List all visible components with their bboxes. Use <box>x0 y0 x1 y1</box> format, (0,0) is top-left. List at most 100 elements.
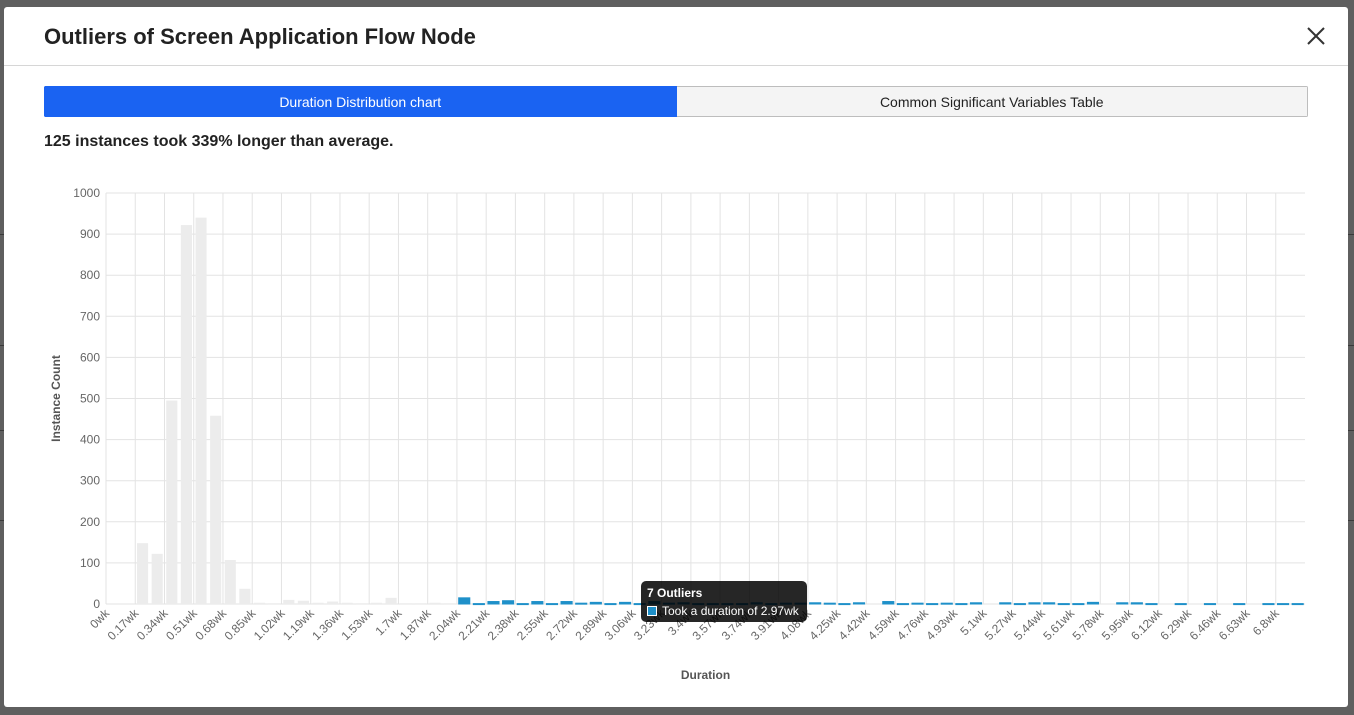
x-tick-label: 0.51wk <box>163 606 200 643</box>
outlier-bar <box>1262 603 1275 606</box>
outlier-bar <box>560 601 573 605</box>
y-axis-title: Instance Count <box>49 355 63 442</box>
histogram-bar <box>166 400 178 604</box>
outlier-bar <box>1057 603 1070 606</box>
outlier-bar <box>516 603 529 606</box>
histogram-bar <box>239 588 251 604</box>
x-tick-label: 2.89wk <box>572 606 609 643</box>
outlier-bar <box>1028 602 1041 605</box>
histogram-bar <box>195 217 207 604</box>
y-tick-label: 900 <box>80 227 100 241</box>
x-tick-label: 4.76wk <box>894 606 931 643</box>
outlier-bar <box>619 601 632 605</box>
x-tick-label: 6.12wk <box>1128 606 1165 643</box>
x-tick-label: 0.85wk <box>222 606 259 643</box>
x-tick-label: 5.78wk <box>1070 606 1107 643</box>
histogram-bar <box>414 603 426 605</box>
outlier-bar <box>1145 603 1158 606</box>
outlier-bar <box>575 602 588 605</box>
x-tick-label: 5.27wk <box>982 606 1019 643</box>
histogram-bar <box>136 543 149 604</box>
x-tick-label: 1.19wk <box>280 606 317 643</box>
x-tick-label: 1.36wk <box>309 606 346 643</box>
outlier-bar <box>458 597 471 605</box>
x-tick-label: 6.29wk <box>1157 606 1194 643</box>
outlier-bar <box>1116 602 1129 605</box>
outlier-bar <box>852 602 866 605</box>
outlier-bar <box>999 602 1012 605</box>
histogram-bar <box>224 560 236 604</box>
histogram-bar <box>268 603 280 605</box>
histogram-bar <box>400 603 412 605</box>
x-tick-label: 0.34wk <box>134 606 171 643</box>
x-tick-label: 4.93wk <box>923 606 960 643</box>
histogram-bar <box>210 415 222 604</box>
histogram-bar <box>444 603 456 605</box>
histogram-bar <box>327 601 339 604</box>
outlier-bar <box>502 600 515 605</box>
x-tick-label: 2.55wk <box>514 606 551 643</box>
y-tick-label: 300 <box>80 474 100 488</box>
outlier-bar <box>926 603 939 606</box>
x-axis-title: Duration <box>681 668 730 682</box>
x-tick-label: 1.87wk <box>397 606 434 643</box>
x-tick-label: 2.04wk <box>426 606 463 643</box>
outlier-bar <box>1043 602 1056 605</box>
outlier-bar <box>823 602 836 605</box>
x-tick-label: 2.72wk <box>543 606 580 643</box>
histogram-bar <box>370 602 383 604</box>
outlier-bar <box>809 602 822 605</box>
histogram-bar <box>283 599 295 604</box>
chart-tooltip: 7 Outliers Took a duration of 2.97wk <box>641 581 807 622</box>
x-tick-label: 0.17wk <box>105 606 142 643</box>
y-tick-label: 400 <box>80 433 100 447</box>
y-tick-label: 1000 <box>73 186 100 200</box>
outlier-bar <box>545 603 559 606</box>
x-tick-label: 1.53wk <box>339 606 376 643</box>
outlier-bar <box>472 603 485 606</box>
outlier-bar <box>969 602 983 605</box>
outlier-bar <box>896 603 909 606</box>
x-tick-label: 6.63wk <box>1216 606 1253 643</box>
histogram-bar <box>341 602 353 604</box>
tooltip-text: Took a duration of 2.97wk <box>662 604 799 618</box>
outlier-bar <box>1086 601 1100 605</box>
y-tick-label: 800 <box>80 268 100 282</box>
histogram-bar <box>151 553 163 604</box>
y-tick-label: 100 <box>80 556 100 570</box>
histogram-bar <box>356 603 368 605</box>
outlier-bar <box>531 601 544 605</box>
histogram-bar <box>180 225 192 605</box>
histogram-bar <box>253 602 266 604</box>
y-tick-label: 700 <box>80 309 100 323</box>
x-tick-label: 6.46wk <box>1187 606 1224 643</box>
outlier-bar <box>1174 603 1187 606</box>
histogram-bar <box>297 600 309 604</box>
x-tick-label: 4.25wk <box>806 606 843 643</box>
outliers-modal: Outliers of Screen Application Flow Node… <box>4 7 1348 707</box>
y-tick-label: 500 <box>80 392 100 406</box>
outlier-bar <box>1291 603 1304 606</box>
y-tick-label: 600 <box>80 350 100 364</box>
outlier-bar <box>487 601 500 605</box>
outlier-bar <box>940 602 953 605</box>
x-tick-label: 6.8wk <box>1250 606 1283 639</box>
outlier-bar <box>1013 603 1026 606</box>
x-tick-label: 3.06wk <box>602 606 639 643</box>
outlier-bar <box>1277 603 1290 606</box>
outlier-bar <box>1233 603 1246 606</box>
outlier-bar <box>1072 603 1085 606</box>
outlier-bar <box>882 601 895 605</box>
x-tick-label: 2.38wk <box>485 606 522 643</box>
x-tick-label: 4.59wk <box>865 606 902 643</box>
outlier-bar <box>911 602 924 605</box>
x-tick-label: 2.21wk <box>456 606 493 643</box>
histogram-bar <box>385 597 397 604</box>
tooltip-title: 7 Outliers <box>647 586 703 600</box>
outlier-bar <box>1130 602 1143 605</box>
x-tick-label: 1.02wk <box>251 606 288 643</box>
histogram-bar <box>429 602 441 604</box>
x-tick-label: 5.44wk <box>1011 606 1048 643</box>
outlier-bar <box>604 603 617 606</box>
outlier-bar <box>589 601 602 605</box>
